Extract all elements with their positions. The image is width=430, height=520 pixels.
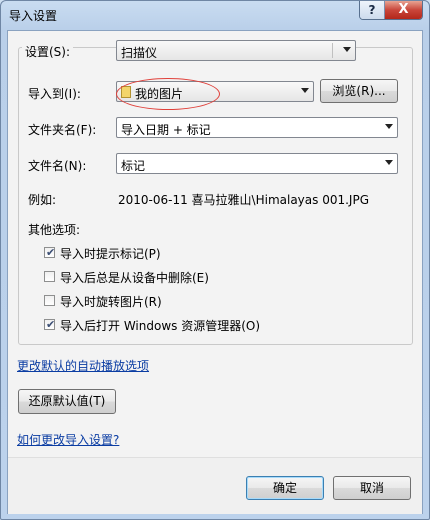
folder-name-dropdown[interactable]: 导入日期 + 标记 [116,117,398,138]
checkbox[interactable] [44,295,55,306]
folder-name-label: 文件夹名(F): [28,123,97,137]
file-name-dropdown[interactable]: 标记 [116,153,398,174]
example-label: 例如: [28,193,57,207]
import-settings-dialog: 导入设置 ? X 设置(S): 扫描仪 导入到(I): 我的图片 浏览(R)..… [0,0,430,520]
dialog-body: 设置(S): 扫描仪 导入到(I): 我的图片 浏览(R)... 文件夹名(F)… [7,30,423,514]
other-options-label: 其他选项: [28,223,81,237]
button-bar: 确定 取消 [8,457,422,514]
example-value: 2010-06-11 喜马拉雅山\Himalayas 001.JPG [118,193,369,207]
check-icon: ✔ [46,318,56,331]
help-link[interactable]: 如何更改导入设置? [17,431,119,448]
option-label: 导入时旋转图片(R) [60,295,162,309]
checkbox[interactable]: ✔ [44,318,56,331]
import-to-label: 导入到(I): [28,87,81,101]
option-label: 导入时提示标记(P) [60,247,161,261]
folder-icon [121,86,131,98]
window-controls: ? X [359,1,423,20]
checkbox[interactable] [44,271,55,282]
folder-name-value: 导入日期 + 标记 [121,123,211,137]
chevron-down-icon [385,160,393,165]
settings-value: 扫描仪 [121,46,158,60]
chevron-down-icon [385,124,393,129]
file-name-label: 文件名(N): [28,159,87,173]
import-to-dropdown[interactable]: 我的图片 [116,81,314,102]
close-icon: X [398,2,409,17]
help-button[interactable]: ? [360,1,385,19]
browse-button[interactable]: 浏览(R)... [320,79,398,103]
chevron-down-icon [343,47,351,52]
close-button[interactable]: X [385,1,422,19]
file-name-value: 标记 [121,159,146,173]
window-title: 导入设置 [9,9,58,23]
ok-button[interactable]: 确定 [246,476,324,500]
cancel-button[interactable]: 取消 [333,476,411,500]
autoplay-link[interactable]: 更改默认的自动播放选项 [17,357,149,374]
settings-label: 设置(S): [22,43,74,60]
restore-defaults-button[interactable]: 还原默认值(T) [18,389,116,414]
dropdown-separator [332,43,333,58]
option-label: 导入后打开 Windows 资源管理器(O) [60,319,261,333]
check-icon: ✔ [46,246,56,259]
chevron-down-icon [301,88,309,93]
import-to-value: 我的图片 [135,87,184,101]
checkbox[interactable]: ✔ [44,246,56,259]
settings-dropdown[interactable]: 扫描仪 [116,40,356,61]
title-bar[interactable]: 导入设置 ? X [1,1,429,29]
option-label: 导入后总是从设备中删除(E) [60,271,209,285]
